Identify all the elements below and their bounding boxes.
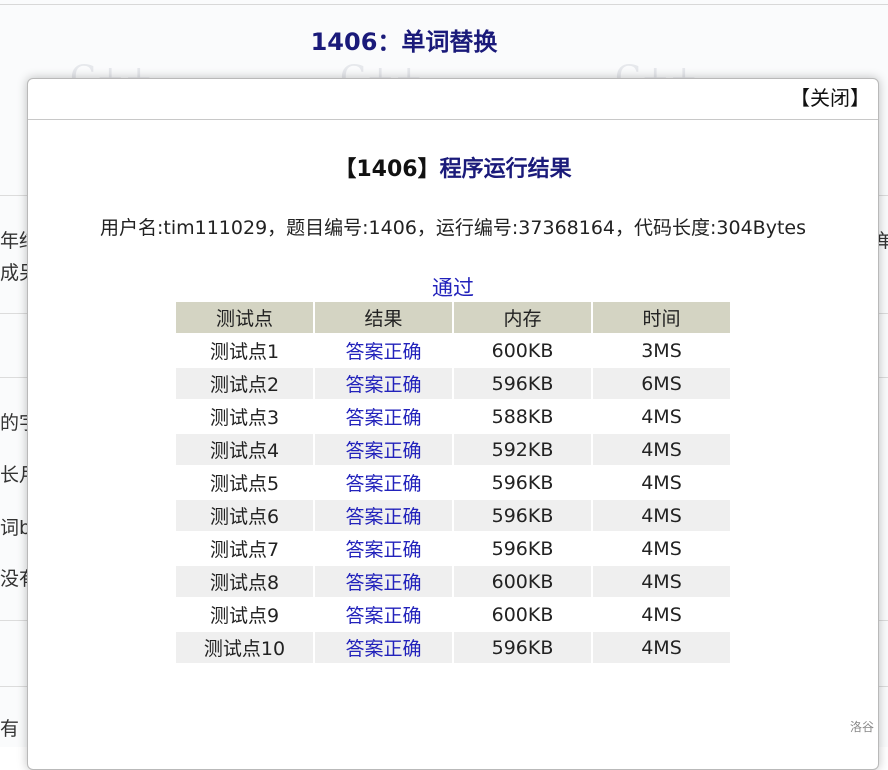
memory-cell: 596KB — [454, 500, 591, 531]
column-header-time: 时间 — [593, 302, 730, 333]
memory-cell: 588KB — [491, 405, 554, 428]
result-cell: 答案正确 — [345, 605, 422, 627]
result-cell: 答案正确 — [315, 500, 452, 531]
testcase-cell: 测试点8 — [176, 566, 313, 597]
problem-title: 1406：单词替换 — [310, 28, 498, 56]
submission-info: 用户名:tim111029，题目编号:1406，运行编号:37368164，代码… — [99, 217, 807, 239]
table-row: 测试点10 答案正确 596KB 4MS — [176, 632, 730, 663]
table-row: 测试点3 答案正确 588KB 4MS — [176, 401, 730, 432]
top-divider — [0, 4, 888, 5]
time-cell: 4MS — [593, 500, 730, 531]
testcase-cell: 测试点3 — [209, 407, 280, 429]
time-cell: 3MS — [641, 339, 682, 362]
luogu-watermark: 洛谷 — [849, 720, 874, 734]
testcase-cell: 测试点2 — [176, 368, 313, 399]
result-cell: 答案正确 — [315, 368, 452, 399]
column-header-result: 结果 — [315, 302, 452, 333]
time-cell: 4MS — [641, 405, 682, 428]
result-cell: 答案正确 — [345, 407, 422, 429]
table-row: 测试点1 答案正确 600KB 3MS — [176, 335, 730, 366]
memory-cell: 596KB — [454, 632, 591, 663]
table-row: 测试点5 答案正确 596KB 4MS — [176, 467, 730, 498]
dialog-title: 【1406】程序运行结果 — [28, 151, 878, 183]
time-cell: 4MS — [593, 632, 730, 663]
dialog-header: 【关闭】 — [28, 79, 878, 120]
table-header-row: 测试点 结果 内存 时间 — [176, 302, 730, 333]
memory-cell: 600KB — [454, 566, 591, 597]
test-results-table: 测试点 结果 内存 时间 测试点1 答案正确 600KB 3MS 测试点2 答案… — [174, 300, 732, 665]
table-row: 测试点6 答案正确 596KB 4MS — [176, 500, 730, 531]
testcase-cell: 测试点9 — [209, 605, 280, 627]
testcase-cell: 测试点10 — [176, 632, 313, 663]
memory-cell: 600KB — [491, 339, 554, 362]
result-dialog: 【关闭】 【1406】程序运行结果 用户名:tim111029，题目编号:140… — [27, 78, 879, 770]
memory-cell: 596KB — [491, 471, 554, 494]
time-cell: 4MS — [593, 566, 730, 597]
result-cell: 答案正确 — [345, 539, 422, 561]
time-cell: 4MS — [641, 603, 682, 626]
result-cell: 答案正确 — [345, 473, 422, 495]
testcase-cell: 测试点4 — [176, 434, 313, 465]
column-header-memory: 内存 — [454, 302, 591, 333]
close-button[interactable]: 【关闭】 — [790, 82, 870, 111]
time-cell: 4MS — [641, 471, 682, 494]
dialog-title-text: 程序运行结果 — [439, 157, 572, 182]
memory-cell: 596KB — [491, 537, 554, 560]
memory-cell: 596KB — [454, 368, 591, 399]
result-cell: 答案正确 — [315, 566, 452, 597]
table-row: 测试点7 答案正确 596KB 4MS — [176, 533, 730, 564]
bg-text-fragment: 有 — [0, 718, 20, 740]
memory-cell: 600KB — [491, 603, 554, 626]
verdict-status: 通过 — [432, 276, 474, 300]
result-cell: 答案正确 — [345, 341, 422, 363]
table-row: 测试点8 答案正确 600KB 4MS — [176, 566, 730, 597]
time-cell: 6MS — [593, 368, 730, 399]
testcase-cell: 测试点1 — [209, 341, 280, 363]
result-cell: 答案正确 — [315, 434, 452, 465]
memory-cell: 592KB — [454, 434, 591, 465]
table-row: 测试点9 答案正确 600KB 4MS — [176, 599, 730, 630]
testcase-cell: 测试点5 — [209, 473, 280, 495]
time-cell: 4MS — [641, 537, 682, 560]
problem-id: 【1406】 — [334, 157, 440, 182]
result-cell: 答案正确 — [315, 632, 452, 663]
column-header-testcase: 测试点 — [176, 302, 313, 333]
table-row: 测试点2 答案正确 596KB 6MS — [176, 368, 730, 399]
time-cell: 4MS — [593, 434, 730, 465]
table-row: 测试点4 答案正确 592KB 4MS — [176, 434, 730, 465]
testcase-cell: 测试点6 — [176, 500, 313, 531]
testcase-cell: 测试点7 — [209, 539, 280, 561]
